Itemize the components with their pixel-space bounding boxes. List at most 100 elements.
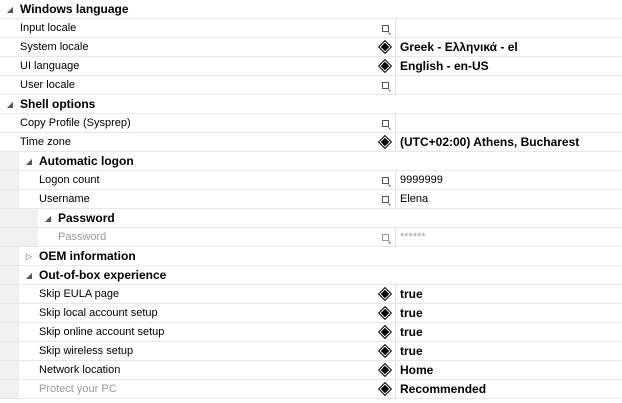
property-row-logon-count[interactable]: Logon count 9999999 bbox=[0, 171, 622, 190]
property-label: Username bbox=[39, 193, 90, 205]
property-row-username[interactable]: Username Elena bbox=[0, 190, 622, 209]
property-value[interactable]: true bbox=[396, 304, 622, 322]
value-unset-icon bbox=[381, 81, 389, 89]
property-value[interactable] bbox=[396, 76, 622, 94]
expand-arrow-icon[interactable]: ◢ bbox=[42, 214, 54, 223]
value-state-cell[interactable] bbox=[375, 361, 396, 379]
property-name-cell: ◢ Out-of-box experience bbox=[0, 266, 622, 284]
property-value[interactable]: 9999999 bbox=[396, 171, 622, 189]
value-state-cell[interactable] bbox=[375, 380, 396, 398]
indent-gutter bbox=[0, 247, 19, 265]
property-value[interactable]: Elena bbox=[396, 190, 622, 208]
property-name-cell: Skip local account setup bbox=[0, 304, 375, 322]
property-value[interactable]: (UTC+02:00) Athens, Bucharest bbox=[396, 133, 622, 151]
indent-gutter bbox=[0, 380, 19, 398]
value-set-icon bbox=[377, 381, 393, 397]
category-label: OEM information bbox=[39, 249, 136, 263]
value-state-cell[interactable] bbox=[375, 285, 396, 303]
value-state-cell[interactable] bbox=[375, 342, 396, 360]
value-set-icon bbox=[377, 134, 393, 150]
property-name-cell: User locale bbox=[0, 76, 375, 94]
property-row-skip-local-account-setup[interactable]: Skip local account setup true bbox=[0, 304, 622, 323]
property-value-text: ****** bbox=[400, 231, 426, 243]
value-state-cell[interactable] bbox=[375, 304, 396, 322]
value-unset-icon bbox=[381, 195, 389, 203]
category-automatic-logon[interactable]: ◢ Automatic logon bbox=[0, 152, 622, 171]
property-value[interactable] bbox=[396, 114, 622, 132]
value-state-cell[interactable] bbox=[375, 171, 396, 189]
property-name-cell: Network location bbox=[0, 361, 375, 379]
value-state-cell[interactable] bbox=[375, 76, 396, 94]
property-label: Skip EULA page bbox=[39, 288, 120, 300]
property-label: Protect your PC bbox=[39, 383, 117, 395]
property-name-cell: Protect your PC bbox=[0, 380, 375, 398]
category-label: Shell options bbox=[20, 97, 96, 111]
value-set-icon bbox=[377, 305, 393, 321]
indent-gutter bbox=[0, 266, 19, 284]
property-value[interactable]: ****** bbox=[396, 228, 622, 246]
property-row-system-locale[interactable]: System locale Greek - Ελληνικά - el bbox=[0, 38, 622, 57]
value-state-cell[interactable] bbox=[375, 190, 396, 208]
category-password[interactable]: ◢ Password bbox=[0, 209, 622, 228]
category-out-of-box-experience[interactable]: ◢ Out-of-box experience bbox=[0, 266, 622, 285]
property-value[interactable]: true bbox=[396, 285, 622, 303]
property-row-protect-your-pc[interactable]: Protect your PC Recommended bbox=[0, 380, 622, 399]
category-shell-options[interactable]: ◢ Shell options bbox=[0, 95, 622, 114]
property-label: Skip local account setup bbox=[39, 307, 158, 319]
value-state-cell[interactable] bbox=[375, 114, 396, 132]
collapse-arrow-icon[interactable]: ▷ bbox=[23, 252, 35, 261]
property-value[interactable]: English - en-US bbox=[396, 57, 622, 75]
property-value[interactable]: true bbox=[396, 342, 622, 360]
value-state-cell[interactable] bbox=[375, 19, 396, 37]
value-unset-icon bbox=[381, 24, 389, 32]
indent-gutter bbox=[0, 285, 19, 303]
property-row-user-locale[interactable]: User locale bbox=[0, 76, 622, 95]
expand-arrow-icon[interactable]: ◢ bbox=[23, 271, 35, 280]
value-state-cell[interactable] bbox=[375, 133, 396, 151]
property-row-ui-language[interactable]: UI language English - en-US bbox=[0, 57, 622, 76]
indent-gutter bbox=[0, 323, 19, 341]
property-row-skip-wireless-setup[interactable]: Skip wireless setup true bbox=[0, 342, 622, 361]
property-row-input-locale[interactable]: Input locale bbox=[0, 19, 622, 38]
property-label: Password bbox=[58, 231, 107, 243]
property-value-text: true bbox=[400, 325, 423, 339]
expand-arrow-icon[interactable]: ◢ bbox=[4, 100, 16, 109]
property-value[interactable]: Home bbox=[396, 361, 622, 379]
value-set-icon bbox=[377, 39, 393, 55]
value-state-cell[interactable] bbox=[375, 228, 396, 246]
property-value-text: true bbox=[400, 287, 423, 301]
value-state-cell[interactable] bbox=[375, 38, 396, 56]
property-label: Network location bbox=[39, 364, 121, 376]
indent-gutter bbox=[0, 342, 19, 360]
category-windows-language[interactable]: ◢ Windows language bbox=[0, 0, 622, 19]
property-name-cell: System locale bbox=[0, 38, 375, 56]
value-unset-icon bbox=[381, 119, 389, 127]
property-row-time-zone[interactable]: Time zone (UTC+02:00) Athens, Bucharest bbox=[0, 133, 622, 152]
property-value[interactable] bbox=[396, 19, 622, 37]
property-row-skip-online-account-setup[interactable]: Skip online account setup true bbox=[0, 323, 622, 342]
property-name-cell: ◢ Automatic logon bbox=[0, 152, 622, 170]
property-value-text: Home bbox=[400, 363, 434, 377]
property-row-network-location[interactable]: Network location Home bbox=[0, 361, 622, 380]
property-row-skip-eula-page[interactable]: Skip EULA page true bbox=[0, 285, 622, 304]
value-state-cell[interactable] bbox=[375, 57, 396, 75]
property-name-cell: ◢ Password bbox=[0, 209, 622, 227]
value-state-cell[interactable] bbox=[375, 323, 396, 341]
property-row-password[interactable]: Password ****** bbox=[0, 228, 622, 247]
category-oem-information[interactable]: ▷ OEM information bbox=[0, 247, 622, 266]
indent-gutter bbox=[0, 228, 38, 246]
expand-arrow-icon[interactable]: ◢ bbox=[23, 157, 35, 166]
property-name-cell: Input locale bbox=[0, 19, 375, 37]
property-name-cell: Copy Profile (Sysprep) bbox=[0, 114, 375, 132]
property-value-text: Elena bbox=[400, 193, 429, 205]
property-value[interactable]: Recommended bbox=[396, 380, 622, 398]
property-row-copy-profile-sysprep[interactable]: Copy Profile (Sysprep) bbox=[0, 114, 622, 133]
expand-arrow-icon[interactable]: ◢ bbox=[4, 5, 16, 14]
property-label: System locale bbox=[20, 41, 89, 53]
property-value-text: 9999999 bbox=[400, 174, 443, 186]
property-name-cell: Time zone bbox=[0, 133, 375, 151]
property-value[interactable]: Greek - Ελληνικά - el bbox=[396, 38, 622, 56]
property-value-text: English - en-US bbox=[400, 59, 489, 73]
property-value[interactable]: true bbox=[396, 323, 622, 341]
property-name-cell: Skip wireless setup bbox=[0, 342, 375, 360]
